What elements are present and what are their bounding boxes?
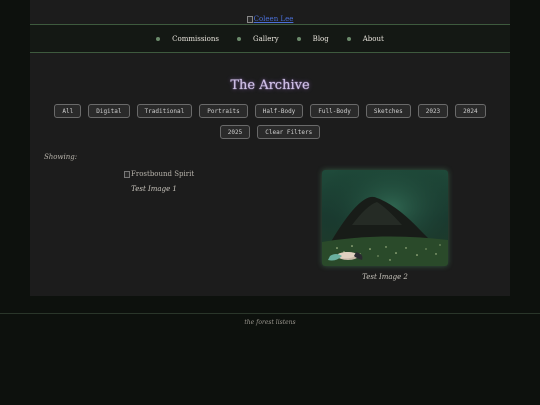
image-alt-text: Frostbound Spirit [131, 170, 195, 178]
filter-portraits-button[interactable]: Portraits [199, 104, 248, 118]
broken-image-icon [246, 15, 253, 23]
showing-label: Showing: [44, 153, 78, 161]
nav-label: Commissions [172, 34, 219, 43]
nav-label: Gallery [252, 34, 279, 43]
nav-item-gallery[interactable]: Gallery [236, 34, 279, 43]
page-title: The Archive [230, 78, 310, 93]
filter-half-body-button[interactable]: Half-Body [254, 104, 304, 118]
filter-full-body-button[interactable]: Full-Body [310, 104, 359, 118]
bullet-icon [296, 36, 301, 41]
filter-2024-button[interactable]: 2024 [455, 104, 486, 118]
filter-traditional-button[interactable]: Traditional [136, 104, 193, 118]
clear-filters-button[interactable]: Clear Filters [257, 125, 321, 139]
filter-2023-button[interactable]: 2023 [417, 104, 449, 118]
main-nav: Commissions Gallery Blog About [30, 24, 510, 53]
nav-item-blog[interactable]: Blog [296, 34, 329, 43]
nav-item-about[interactable]: About [346, 34, 384, 43]
nav-item-commissions[interactable]: Commissions [156, 35, 219, 43]
site-logo-link[interactable]: Coleen Lee [246, 14, 294, 24]
bullet-icon [236, 36, 241, 41]
footer-text: the forest listens [244, 319, 296, 326]
gallery-item-1-image[interactable]: Frostbound Spirit [124, 170, 194, 178]
filter-digital-button[interactable]: Digital [88, 104, 130, 118]
bullet-icon [156, 36, 161, 41]
footer-divider [0, 313, 540, 314]
filter-sketches-button[interactable]: Sketches [365, 104, 411, 118]
bullet-icon [346, 36, 351, 41]
broken-image-icon [124, 170, 130, 178]
gallery-item-1-caption: Test Image 1 [131, 185, 177, 193]
gallery-item-2-image[interactable] [322, 170, 448, 266]
gallery-item-2-caption: Test Image 2 [362, 273, 408, 281]
main-panel: Coleen Lee Commissions Gallery Blog Abou… [30, 0, 510, 296]
filter-all-button[interactable]: All [54, 104, 82, 118]
nav-label: About [362, 34, 384, 43]
filter-bar: All Digital Traditional Portraits Half-B… [48, 104, 492, 139]
nav-label: Blog [312, 34, 329, 43]
header: Coleen Lee [30, 6, 510, 24]
logo-alt-text: Coleen Lee [253, 15, 294, 23]
filter-2025-button[interactable]: 2025 [219, 125, 251, 139]
artwork-illustration [322, 170, 448, 266]
